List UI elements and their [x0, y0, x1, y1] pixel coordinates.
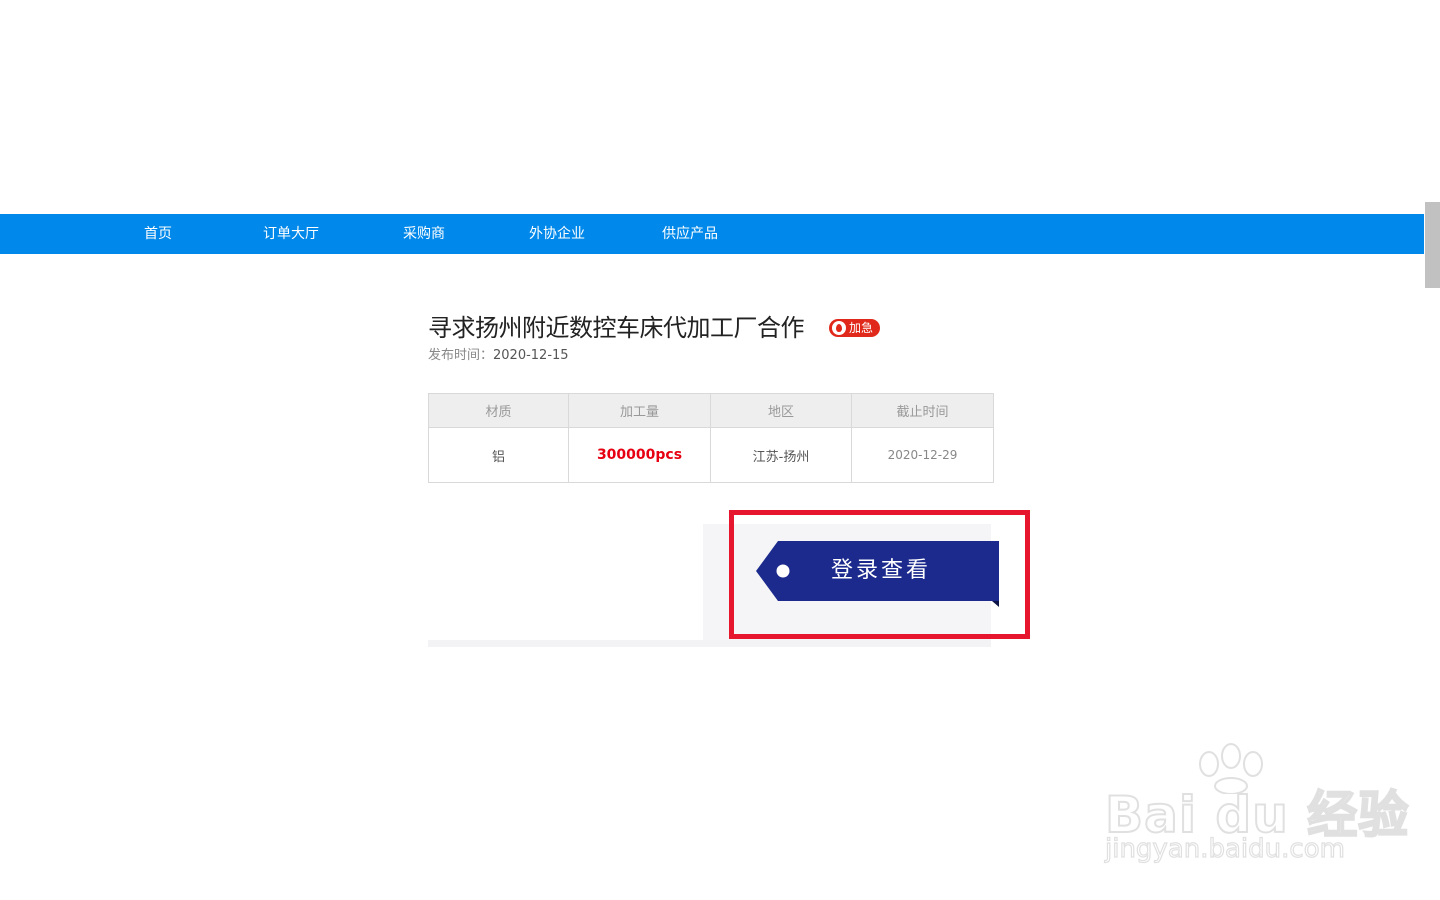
nav-item-order-hall[interactable]: 订单大厅	[263, 214, 319, 254]
publish-time-value: 2020-12-15	[493, 348, 569, 363]
urgent-badge: 加急	[829, 319, 880, 337]
nav-item-outsourcing[interactable]: 外协企业	[529, 214, 585, 254]
publish-time-label: 发布时间：	[428, 348, 494, 363]
fire-icon	[832, 321, 846, 335]
cell-quantity: 300000pcs	[568, 427, 711, 483]
cell-deadline: 2020-12-29	[851, 427, 994, 483]
table-row: 铝 300000pcs 江苏-扬州 2020-12-29	[428, 427, 994, 483]
publish-time: 发布时间：2020-12-15	[428, 346, 569, 366]
baidu-jingyan-watermark: Bai du 经验 jingyan.baidu.com	[1100, 742, 1409, 872]
watermark-url: jingyan.baidu.com	[1104, 833, 1345, 864]
header-quantity: 加工量	[568, 393, 711, 428]
nav-item-buyers[interactable]: 采购商	[403, 214, 445, 254]
order-info-table: 材质 加工量 地区 截止时间 铝 300000pcs 江苏-扬州 2020-12…	[428, 393, 994, 483]
header-deadline: 截止时间	[851, 393, 994, 428]
header-region: 地区	[710, 393, 852, 428]
scrollbar-thumb[interactable]	[1425, 202, 1440, 288]
login-to-view-button[interactable]: 登录查看	[756, 541, 1000, 609]
nav-item-home[interactable]: 首页	[144, 214, 172, 254]
page: 首页 订单大厅 采购商 外协企业 供应产品 寻求扬州附近数控车床代加工厂合作 加…	[0, 0, 1440, 900]
cell-material: 铝	[428, 427, 569, 483]
nav-item-products[interactable]: 供应产品	[662, 214, 718, 254]
page-title: 寻求扬州附近数控车床代加工厂合作	[428, 314, 805, 342]
urgent-badge-label: 加急	[849, 321, 874, 335]
cell-region: 江苏-扬州	[710, 427, 852, 483]
login-panel-bottom	[428, 640, 991, 647]
login-to-view-label: 登录查看	[830, 558, 931, 583]
main-nav: 首页 订单大厅 采购商 外协企业 供应产品	[0, 214, 1424, 254]
scrollbar[interactable]	[1424, 0, 1440, 900]
table-header-row: 材质 加工量 地区 截止时间	[428, 393, 994, 428]
header-material: 材质	[428, 393, 569, 428]
